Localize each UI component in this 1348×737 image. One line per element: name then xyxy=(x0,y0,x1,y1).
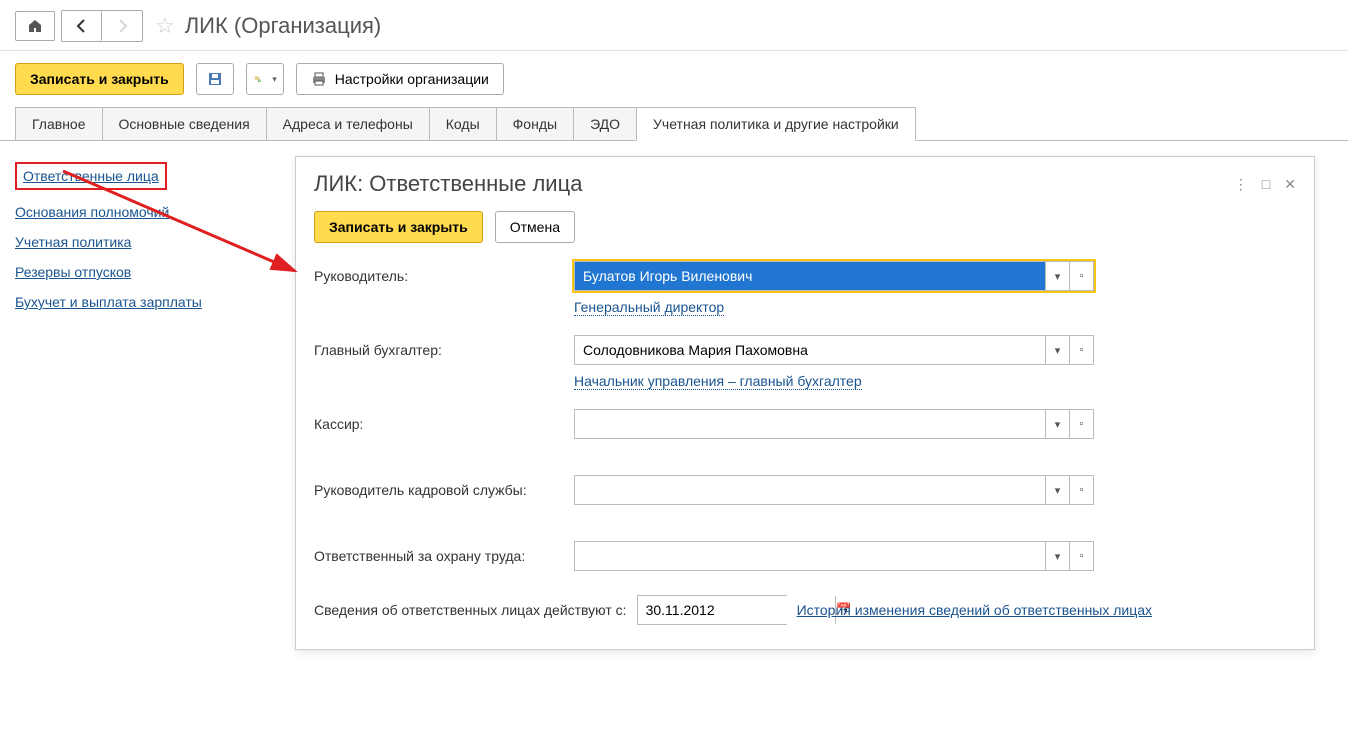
safety-head-input[interactable] xyxy=(575,542,1045,570)
cashier-field[interactable]: ▾ ▫ xyxy=(574,409,1094,439)
panel-title: ЛИК: Ответственные лица xyxy=(314,171,582,197)
open-icon[interactable]: ▫ xyxy=(1069,542,1093,570)
forward-button[interactable] xyxy=(102,11,142,41)
sidebar-item-authority[interactable]: Основания полномочий xyxy=(15,204,169,220)
home-icon xyxy=(27,18,43,34)
panel-close-icon[interactable]: ✕ xyxy=(1284,176,1296,193)
effective-date-field[interactable]: 📅 xyxy=(637,595,787,625)
leader-field[interactable]: ▾ ▫ xyxy=(574,261,1094,291)
sidebar-item-responsible[interactable]: Ответственные лица xyxy=(15,162,167,190)
open-icon[interactable]: ▫ xyxy=(1069,336,1093,364)
save-close-button[interactable]: Записать и закрыть xyxy=(15,63,184,95)
accountant-position-link[interactable]: Начальник управления – главный бухгалтер xyxy=(574,373,862,390)
tab-codes[interactable]: Коды xyxy=(429,107,497,140)
open-icon[interactable]: ▫ xyxy=(1069,262,1093,290)
actions-dropdown-button[interactable] xyxy=(246,63,284,95)
arrow-right-icon xyxy=(114,18,130,34)
accountant-input[interactable] xyxy=(575,336,1045,364)
sidebar-item-accounting[interactable]: Бухучет и выплата зарплаты xyxy=(15,294,202,310)
page-title: ЛИК (Организация) xyxy=(185,13,382,39)
dropdown-icon[interactable]: ▾ xyxy=(1045,476,1069,504)
tab-main[interactable]: Главное xyxy=(15,107,103,140)
sidebar-item-policy[interactable]: Учетная политика xyxy=(15,234,131,250)
sidebar: Ответственные лица Основания полномочий … xyxy=(15,156,275,310)
org-settings-button[interactable]: Настройки организации xyxy=(296,63,504,95)
accountant-field[interactable]: ▾ ▫ xyxy=(574,335,1094,365)
dropdown-icon[interactable]: ▾ xyxy=(1045,336,1069,364)
home-button[interactable] xyxy=(15,11,55,41)
back-button[interactable] xyxy=(62,11,102,41)
favorite-star-icon[interactable]: ☆ xyxy=(155,13,175,39)
list-plus-icon xyxy=(254,71,261,87)
safety-head-label: Ответственный за охрану труда: xyxy=(314,548,574,564)
leader-position-link[interactable]: Генеральный директор xyxy=(574,299,724,316)
floppy-icon xyxy=(207,71,223,87)
cashier-label: Кассир: xyxy=(314,416,574,432)
tab-funds[interactable]: Фонды xyxy=(496,107,574,140)
responsible-persons-panel: ЛИК: Ответственные лица ⋮ □ ✕ Записать и… xyxy=(295,156,1315,650)
safety-head-field[interactable]: ▾ ▫ xyxy=(574,541,1094,571)
print-icon xyxy=(311,71,327,87)
org-settings-label: Настройки организации xyxy=(335,71,489,87)
tab-bar: Главное Основные сведения Адреса и телеф… xyxy=(0,107,1348,141)
tab-basic-info[interactable]: Основные сведения xyxy=(102,107,267,140)
hr-head-label: Руководитель кадровой службы: xyxy=(314,482,574,498)
leader-label: Руководитель: xyxy=(314,268,574,284)
dropdown-icon[interactable]: ▾ xyxy=(1045,542,1069,570)
panel-menu-icon[interactable]: ⋮ xyxy=(1234,176,1248,193)
sidebar-item-reserves[interactable]: Резервы отпусков xyxy=(15,264,131,280)
history-link[interactable]: История изменения сведений об ответствен… xyxy=(797,602,1152,618)
save-button[interactable] xyxy=(196,63,234,95)
hr-head-input[interactable] xyxy=(575,476,1045,504)
accountant-label: Главный бухгалтер: xyxy=(314,342,574,358)
cashier-input[interactable] xyxy=(575,410,1045,438)
dropdown-icon[interactable]: ▾ xyxy=(1045,262,1069,290)
effective-date-label: Сведения об ответственных лицах действую… xyxy=(314,602,627,618)
open-icon[interactable]: ▫ xyxy=(1069,410,1093,438)
panel-maximize-icon[interactable]: □ xyxy=(1262,176,1270,193)
dropdown-icon[interactable]: ▾ xyxy=(1045,410,1069,438)
leader-input[interactable] xyxy=(575,262,1045,290)
tab-addresses[interactable]: Адреса и телефоны xyxy=(266,107,430,140)
tab-edo[interactable]: ЭДО xyxy=(573,107,637,140)
panel-cancel-button[interactable]: Отмена xyxy=(495,211,575,243)
panel-save-close-button[interactable]: Записать и закрыть xyxy=(314,211,483,243)
tab-accounting-policy[interactable]: Учетная политика и другие настройки xyxy=(636,107,916,141)
open-icon[interactable]: ▫ xyxy=(1069,476,1093,504)
hr-head-field[interactable]: ▾ ▫ xyxy=(574,475,1094,505)
arrow-left-icon xyxy=(74,18,90,34)
